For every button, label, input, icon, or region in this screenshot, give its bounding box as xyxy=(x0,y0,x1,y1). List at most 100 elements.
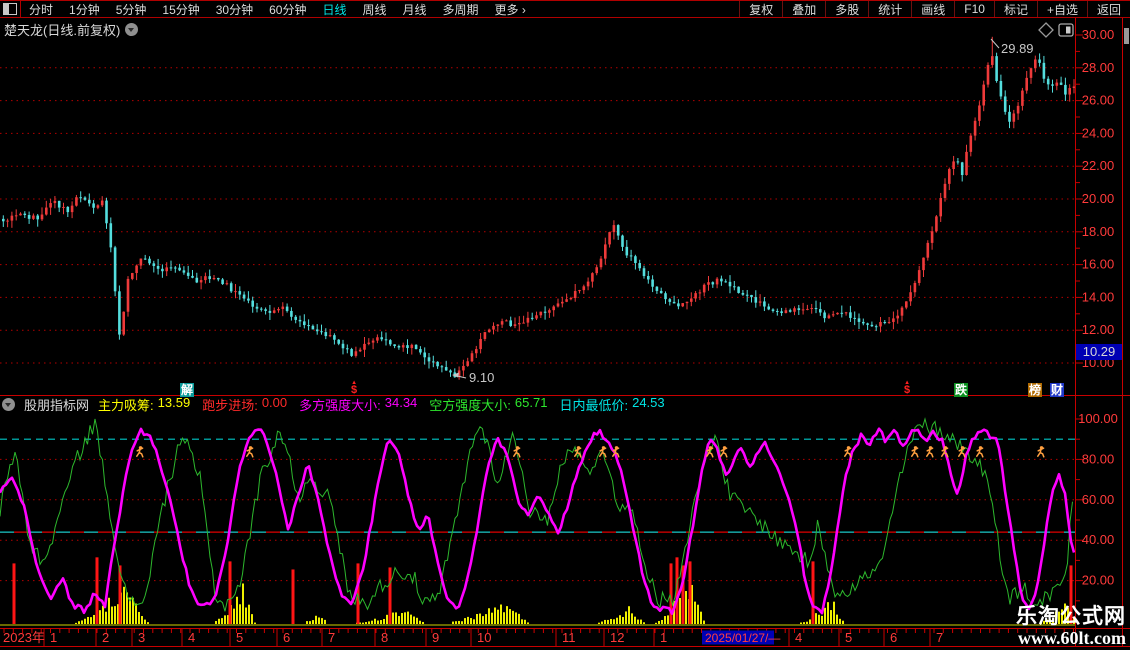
toolbar-action-4[interactable]: 统计 xyxy=(868,1,911,17)
timeline-month-label: 11 xyxy=(562,630,576,645)
timeline-highlight-label: 2025/01/27/— xyxy=(705,631,780,645)
indicator-header: 股朋指标网 主力吸筹:13.59跑步进场:0.00多方强度大小:34.34空方强… xyxy=(2,397,665,412)
indicator-axis-label: 20.00 xyxy=(1082,573,1115,588)
indicator-field-4: 空方强度大小:65.71 xyxy=(429,395,547,414)
runner-icon xyxy=(721,446,727,457)
runner-icon xyxy=(845,446,851,457)
window-layout-icon[interactable] xyxy=(0,1,21,17)
indicator-axis-label: 40.00 xyxy=(1082,532,1115,547)
runner-icon xyxy=(927,446,933,457)
timeline-month-label: 4 xyxy=(795,630,802,645)
price-axis-label: 22.00 xyxy=(1082,158,1115,173)
timeline-month-label: 2 xyxy=(102,630,109,645)
chart-canvas: 29.899.1030.0028.0026.0024.0022.0020.001… xyxy=(0,0,1130,650)
toolbar-action-9[interactable]: 返回 xyxy=(1087,1,1130,17)
indicator-axis-label: 80.00 xyxy=(1082,451,1115,466)
toolbar-period-9[interactable]: 月线 xyxy=(395,1,435,18)
timeline-month-label: 5 xyxy=(845,630,852,645)
toolbar-period-1[interactable]: 分时 xyxy=(21,1,61,18)
runner-icon xyxy=(1038,446,1044,457)
toolbar-action-1[interactable]: 复权 xyxy=(739,1,782,17)
indicator-field-2: 跑步进场:0.00 xyxy=(202,395,287,414)
timeline-year-label: 2023年 xyxy=(3,630,45,645)
timeline-month-label: 9 xyxy=(432,630,439,645)
toolbar: 分时1分钟5分钟15分钟30分钟60分钟日线周线月线多周期更多 › 复权叠加多股… xyxy=(0,0,1130,18)
runner-icon xyxy=(977,446,983,457)
runner-icon xyxy=(137,446,143,457)
indicator-panel xyxy=(0,419,1078,625)
period-tabs: 分时1分钟5分钟15分钟30分钟60分钟日线周线月线多周期更多 › xyxy=(21,1,534,17)
toolbar-actions: 复权叠加多股统计画线F10标记+自选返回 xyxy=(739,1,1130,17)
candlestick-series xyxy=(2,37,1075,380)
indicator-fields: 主力吸筹:13.59 跑步进场:0.00 多方强度大小:34.34 空方强度大小:65… xyxy=(98,395,665,414)
timeline-month-label: 8 xyxy=(381,630,388,645)
price-axis-label: 28.00 xyxy=(1082,60,1115,75)
title-bar: 楚天龙(日线.前复权) xyxy=(4,20,138,39)
scrollbar-thumb[interactable] xyxy=(1124,28,1129,44)
indicator-field-value: 24.53 xyxy=(632,395,665,414)
app-window: 29.899.1030.0028.0026.0024.0022.0020.001… xyxy=(0,0,1130,650)
indicator-field-value: 0.00 xyxy=(262,395,287,414)
indicator-field-label: 多方强度大小: xyxy=(299,395,381,414)
indicator-axis-label: 60.00 xyxy=(1082,492,1115,507)
bear-strength-line xyxy=(0,419,1073,611)
price-gridlines xyxy=(0,68,1075,363)
indicator-field-value: 65.71 xyxy=(515,395,548,414)
timeline-month-label: 1 xyxy=(50,630,57,645)
toolbar-action-7[interactable]: 标记 xyxy=(994,1,1037,17)
toolbar-action-5[interactable]: 画线 xyxy=(911,1,954,17)
timeline-month-label: 5 xyxy=(236,630,243,645)
toolbar-action-6[interactable]: F10 xyxy=(954,1,994,17)
indicator-field-5: 日内最低价:24.53 xyxy=(559,395,664,414)
watermark-site-name: 乐淘公式网 xyxy=(1016,606,1126,629)
toolbar-period-8[interactable]: 周线 xyxy=(354,1,394,18)
toolbar-period-6[interactable]: 60分钟 xyxy=(261,1,314,18)
price-axis-label: 26.00 xyxy=(1082,93,1115,108)
indicator-field-1: 主力吸筹:13.59 xyxy=(98,395,190,414)
timeline-month-label: 7 xyxy=(936,630,943,645)
high-annotation: 29.89 xyxy=(1001,41,1034,56)
toolbar-period-5[interactable]: 30分钟 xyxy=(208,1,261,18)
low-annotation: 9.10 xyxy=(469,370,494,385)
indicator-axis-label: 100.00 xyxy=(1078,411,1118,426)
title-dropdown-icon[interactable] xyxy=(125,23,138,36)
price-axis-label: 18.00 xyxy=(1082,224,1115,239)
bull-strength-line xyxy=(0,429,1074,614)
runner-icon xyxy=(959,446,965,457)
timeline-month-label: 12 xyxy=(610,630,624,645)
toolbar-period-7[interactable]: 日线 xyxy=(314,1,354,18)
toolbar-period-11[interactable]: 更多 › xyxy=(487,1,534,18)
last-price-value: 10.29 xyxy=(1083,344,1116,359)
watermark: 乐淘公式网 www.60lt.com xyxy=(1016,606,1126,648)
toolbar-action-2[interactable]: 叠加 xyxy=(782,1,825,17)
price-annotations: 29.89 9.10 xyxy=(452,39,1034,385)
watermark-url: www.60lt.com xyxy=(1016,629,1126,648)
diamond-icon[interactable] xyxy=(1039,23,1053,37)
timeline-month-label: 10 xyxy=(477,630,491,645)
price-axis-label: 24.00 xyxy=(1082,125,1115,140)
toolbar-period-4[interactable]: 15分钟 xyxy=(154,1,207,18)
timeline-month-label: 4 xyxy=(188,630,195,645)
indicator-field-label: 跑步进场: xyxy=(202,395,258,414)
runner-icon xyxy=(912,446,918,457)
runner-icon xyxy=(942,446,948,457)
price-axis: 30.0028.0026.0024.0022.0020.0018.0016.00… xyxy=(1076,27,1122,370)
indicator-axis: 100.00 80.00 60.00 40.00 20.00 xyxy=(1076,411,1118,601)
toolbar-period-3[interactable]: 5分钟 xyxy=(108,1,155,18)
price-axis-label: 16.00 xyxy=(1082,257,1115,272)
indicator-field-label: 主力吸筹: xyxy=(98,395,154,414)
toolbar-period-2[interactable]: 1分钟 xyxy=(61,1,108,18)
indicator-field-value: 34.34 xyxy=(385,395,418,414)
price-axis-label: 30.00 xyxy=(1082,27,1115,42)
timeline-month-label: 1 xyxy=(660,630,667,645)
toolbar-action-8[interactable]: +自选 xyxy=(1037,1,1087,17)
runner-icon xyxy=(514,446,520,457)
timeline-month-label: 3 xyxy=(138,630,145,645)
indicator-collapse-icon[interactable] xyxy=(2,398,15,411)
panel-borders xyxy=(0,17,1130,647)
timeline-month-label: 6 xyxy=(283,630,290,645)
indicator-field-3: 多方强度大小:34.34 xyxy=(299,395,417,414)
toolbar-action-3[interactable]: 多股 xyxy=(825,1,868,17)
toolbar-period-10[interactable]: 多周期 xyxy=(435,1,487,18)
runner-icon xyxy=(247,446,253,457)
